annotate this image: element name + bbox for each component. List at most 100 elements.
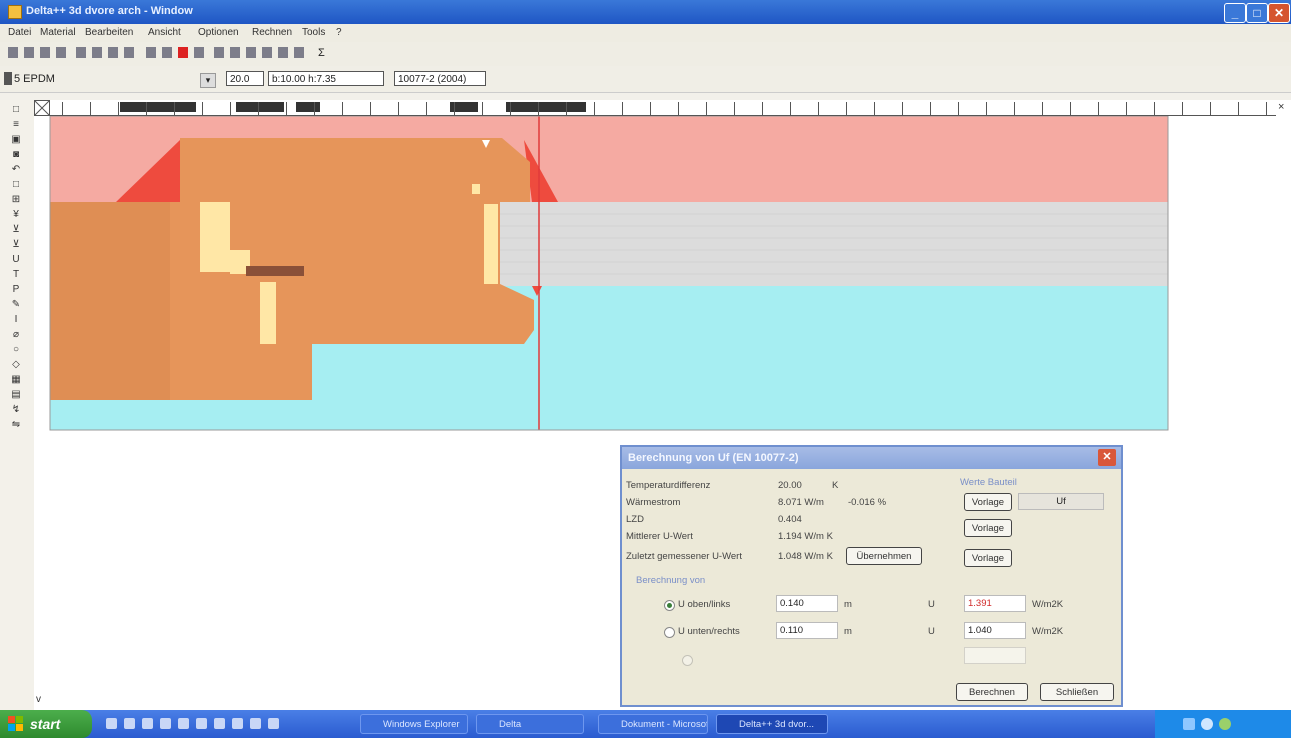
radio-top-left[interactable] [664, 600, 675, 611]
left-tool-icon[interactable]: ▣ [10, 134, 22, 145]
left-tool-icon[interactable]: ▤ [10, 389, 22, 400]
marker-icon[interactable] [178, 47, 188, 58]
ruler-tick [1014, 102, 1015, 115]
left-tool-icon[interactable]: U [10, 254, 22, 265]
menu-datei[interactable]: Datei [8, 27, 31, 38]
quicklaunch-icon[interactable] [214, 718, 225, 729]
tray-network-icon[interactable] [1183, 718, 1195, 730]
quicklaunch-icon[interactable] [106, 718, 117, 729]
quicklaunch-icon[interactable] [124, 718, 135, 729]
dialog-close-button[interactable]: ✕ [1098, 449, 1116, 466]
left-tool-icon[interactable]: ⊻ [10, 239, 22, 250]
tray-app-icon[interactable] [1219, 718, 1231, 730]
quicklaunch-icon[interactable] [142, 718, 153, 729]
zoom-fit-icon[interactable] [294, 47, 304, 58]
boundary-icon[interactable] [108, 47, 118, 58]
ruler-mark [236, 102, 284, 112]
adopt-button[interactable]: Übernehmen [846, 547, 922, 565]
menu-rechnen[interactable]: Rechnen [252, 27, 292, 38]
tray-volume-icon[interactable] [1201, 718, 1213, 730]
print-icon[interactable] [56, 47, 66, 58]
quicklaunch-icon[interactable] [268, 718, 279, 729]
material-dropdown-icon[interactable]: ▾ [200, 73, 216, 88]
task-button-document[interactable]: Dokument - Microsoft [598, 714, 708, 734]
quicklaunch-icon[interactable] [250, 718, 261, 729]
ruler-tick [1154, 102, 1155, 115]
grid-icon[interactable] [76, 47, 86, 58]
row1-input[interactable]: 0.140 [776, 595, 838, 612]
close-button[interactable]: ✕ [1268, 3, 1290, 23]
quicklaunch-icon[interactable] [160, 718, 171, 729]
mesh-icon[interactable] [124, 47, 134, 58]
left-tool-icon[interactable]: ⌀ [10, 329, 22, 340]
quicklaunch-icon[interactable] [232, 718, 243, 729]
pencil-icon[interactable] [214, 47, 224, 58]
dialog-close-action-button[interactable]: Schließen [1040, 683, 1114, 701]
menu-bearbeiten[interactable]: Bearbeiten [85, 27, 133, 38]
template-button-2[interactable]: Vorlage [964, 519, 1012, 537]
row1-u-value[interactable]: 1.391 [964, 595, 1026, 612]
select-icon[interactable] [146, 47, 156, 58]
template-button-3[interactable]: Vorlage [964, 549, 1012, 567]
left-tool-icon[interactable]: ¥ [10, 209, 22, 220]
norm-field[interactable]: 10077-2 (2004) [394, 71, 486, 86]
zoom-in-icon[interactable] [262, 47, 272, 58]
left-tool-icon[interactable]: ✎ [10, 299, 22, 310]
pan-icon[interactable] [246, 47, 256, 58]
quicklaunch-icon[interactable] [196, 718, 207, 729]
scroll-icon[interactable]: v [36, 694, 41, 705]
menu-optionen[interactable]: Optionen [198, 27, 239, 38]
task-button-explorer[interactable]: Windows Explorer [360, 714, 468, 734]
maximize-button[interactable]: □ [1246, 3, 1268, 23]
value-field[interactable]: 20.0 [226, 71, 264, 86]
calculate-button[interactable]: Berechnen [956, 683, 1028, 701]
left-tool-icon[interactable]: ⊞ [10, 194, 22, 205]
dimension-field[interactable]: b:10.00 h:7.35 [268, 71, 384, 86]
zoom-out-icon[interactable] [278, 47, 288, 58]
menu-help[interactable]: ? [336, 27, 342, 38]
left-tool-icon[interactable]: ⊻ [10, 224, 22, 235]
layer-icon[interactable] [194, 47, 204, 58]
disabled-field [964, 647, 1026, 664]
quicklaunch-icon[interactable] [178, 718, 189, 729]
row2-input[interactable]: 0.110 [776, 622, 838, 639]
heat-label: Wärmestrom [626, 497, 681, 508]
material-icon[interactable] [92, 47, 102, 58]
row2-u-value[interactable]: 1.040 [964, 622, 1026, 639]
template-button-1[interactable]: Vorlage [964, 493, 1012, 511]
sum-icon[interactable]: Σ [318, 47, 325, 59]
left-tool-icon[interactable]: ≡ [10, 119, 22, 130]
menu-ansicht[interactable]: Ansicht [148, 27, 181, 38]
left-tool-icon[interactable]: ↶ [10, 164, 22, 175]
row2-label: U unten/rechts [678, 626, 740, 637]
left-tool-icon[interactable]: □ [10, 104, 22, 115]
left-tool-icon[interactable]: ◙ [10, 149, 22, 160]
left-tool-icon[interactable]: T [10, 269, 22, 280]
left-tool-icon[interactable]: ▦ [10, 374, 22, 385]
open-icon[interactable] [24, 47, 34, 58]
left-tool-icon[interactable]: ○ [10, 344, 22, 355]
radio-bottom-right[interactable] [664, 627, 675, 638]
left-tool-icon[interactable]: □ [10, 179, 22, 190]
task-button-delta-active[interactable]: Delta++ 3d dvor... [716, 714, 828, 734]
start-button[interactable]: start [0, 710, 92, 738]
left-tool-icon[interactable]: ◇ [10, 359, 22, 370]
minimize-button[interactable]: _ [1224, 3, 1246, 23]
save-icon[interactable] [40, 47, 50, 58]
row1-label: U oben/links [678, 599, 731, 610]
task-button-delta[interactable]: Delta [476, 714, 584, 734]
menu-tools[interactable]: Tools [302, 27, 325, 38]
reference-field[interactable]: Uf [1018, 493, 1104, 510]
left-tool-icon[interactable]: I [10, 314, 22, 325]
bold-icon[interactable] [162, 47, 172, 58]
left-tool-icon[interactable]: ↯ [10, 404, 22, 415]
material-name[interactable]: 5 EPDM [14, 73, 55, 85]
left-tool-icon[interactable]: P [10, 284, 22, 295]
ruler-tick [258, 102, 259, 115]
new-icon[interactable] [8, 47, 18, 58]
fill-icon[interactable] [230, 47, 240, 58]
heat-value: 8.071 W/m [778, 497, 824, 508]
canvas-close-icon[interactable]: × [1278, 101, 1284, 113]
left-tool-icon[interactable]: ⇋ [10, 419, 22, 430]
menu-material[interactable]: Material [40, 27, 76, 38]
